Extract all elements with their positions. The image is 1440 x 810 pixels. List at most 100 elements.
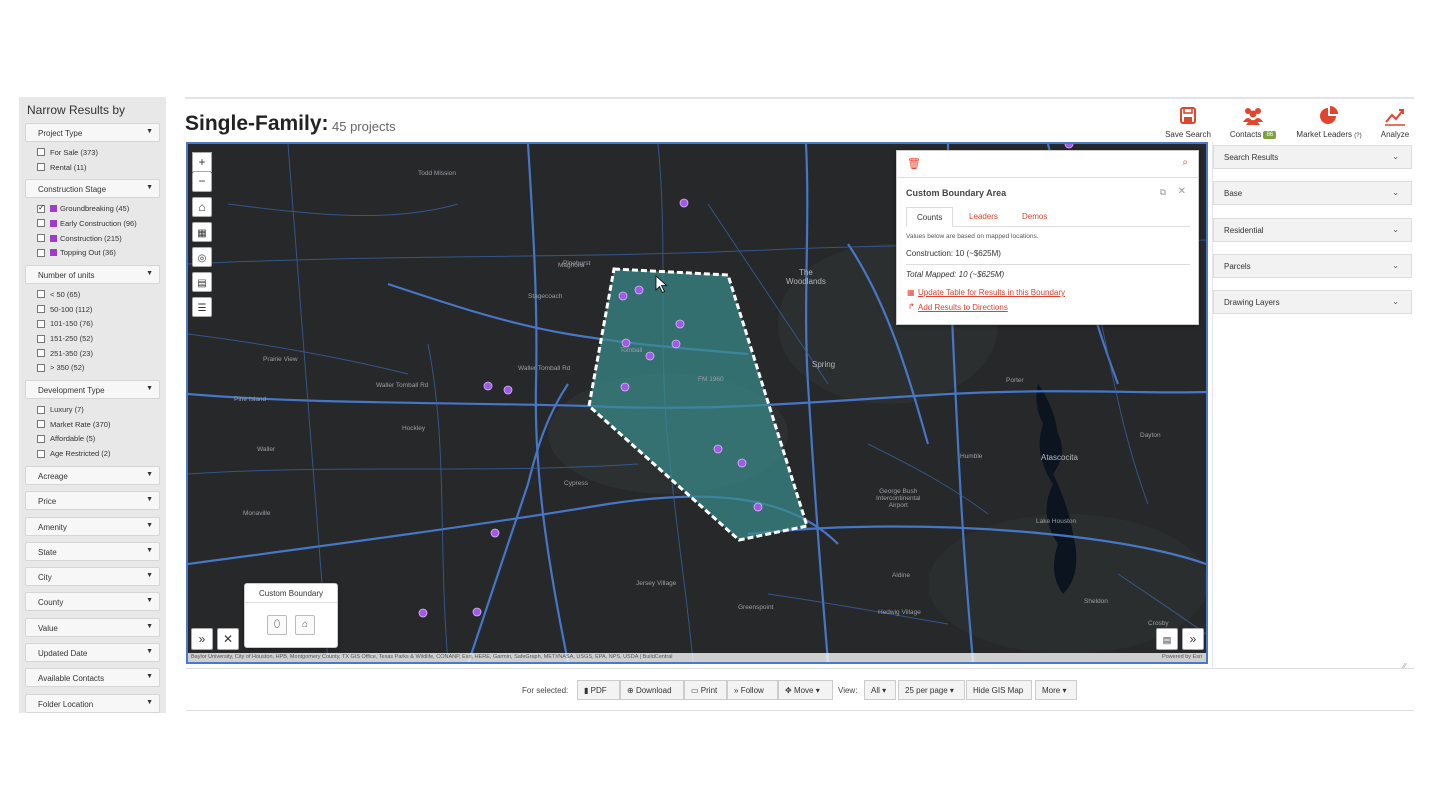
tab-demos[interactable]: Demos [1012, 207, 1057, 227]
per-page-dropdown[interactable]: 25 per page ▾ [898, 680, 965, 700]
filter-option[interactable]: Affordable (5) [25, 432, 160, 447]
filter-number-of-units[interactable]: Number of units ▼ [25, 265, 160, 285]
filter-development-type[interactable]: Development Type ▼ [25, 380, 160, 400]
filter-option[interactable]: Age Restricted (2) [25, 446, 160, 461]
filter-city[interactable]: City ▼ [25, 567, 160, 587]
tab-leaders[interactable]: Leaders [959, 207, 1008, 227]
checkbox[interactable] [37, 349, 45, 358]
filter-option[interactable]: Groundbreaking (45) [25, 201, 160, 216]
checkbox[interactable] [37, 203, 45, 213]
filter-option[interactable]: Luxury (7) [25, 402, 160, 417]
filter-option[interactable]: > 350 (52) [25, 361, 160, 376]
basemap-toggle-button[interactable]: ▤ [1156, 628, 1178, 650]
checkbox[interactable] [37, 148, 45, 157]
filter-option[interactable]: 251-350 (23) [25, 346, 160, 361]
project-marker[interactable] [645, 351, 655, 361]
powered-by-esri[interactable]: Powered by Esri [1162, 654, 1202, 660]
filter-folder-location[interactable]: Folder Location ▼ [25, 693, 160, 713]
expand-panel-button[interactable]: » [191, 628, 213, 650]
project-marker[interactable] [503, 385, 513, 395]
layer-residential[interactable]: Residential ⌄ [1213, 218, 1412, 242]
checkbox[interactable] [37, 334, 45, 343]
pdf-button[interactable]: ▮ PDF [577, 680, 620, 700]
filter-option[interactable]: 101-150 (76) [25, 317, 160, 332]
project-marker[interactable] [490, 528, 500, 538]
project-marker[interactable] [418, 608, 428, 618]
locate-button[interactable]: ◎ [192, 247, 212, 267]
hide-gis-map-button[interactable]: Hide GIS Map [966, 680, 1032, 700]
filter-option[interactable]: For Sale (373) [25, 145, 160, 160]
zoom-in-button[interactable]: + [192, 152, 212, 172]
project-marker[interactable] [634, 285, 644, 295]
minimize-icon[interactable]: ⧉ [1160, 187, 1166, 198]
filter-amenity[interactable]: Amenity ▼ [25, 516, 160, 536]
tab-counts[interactable]: Counts [906, 207, 954, 227]
filter-option[interactable]: Rental (11) [25, 160, 160, 175]
project-marker[interactable] [620, 382, 630, 392]
filter-option[interactable]: Topping Out (36) [25, 245, 160, 260]
project-marker[interactable] [618, 291, 628, 301]
project-marker[interactable] [621, 338, 631, 348]
project-marker[interactable] [753, 502, 763, 512]
analyze-button[interactable]: Analyze [1377, 105, 1413, 139]
filter-state[interactable]: State ▼ [25, 541, 160, 561]
filter-option[interactable]: 151-250 (52) [25, 331, 160, 346]
project-marker[interactable] [483, 381, 493, 391]
zoom-to-icon[interactable]: ⌕ [1182, 157, 1188, 168]
project-marker[interactable] [713, 444, 723, 454]
download-button[interactable]: ⊕ Download [620, 680, 684, 700]
checkbox[interactable] [37, 449, 45, 458]
checkbox[interactable] [37, 420, 45, 429]
legend-button[interactable]: ☰ [192, 297, 212, 317]
filter-price[interactable]: Price ▼ [25, 491, 160, 511]
filter-project-type[interactable]: Project Type ▼ [25, 123, 160, 142]
draw-lasso-button[interactable]: ⬯ [267, 615, 287, 635]
project-marker[interactable] [737, 458, 747, 468]
layer-search-results[interactable]: Search Results ⌄ [1213, 145, 1412, 169]
draw-polygon-button[interactable]: ⌂ [295, 615, 315, 635]
add-to-directions-link[interactable]: Add Results to Directions [918, 303, 1008, 312]
checkbox[interactable] [37, 405, 45, 414]
filter-construction-stage[interactable]: Construction Stage ▼ [25, 179, 160, 199]
pdf-export-button[interactable]: ▤ [192, 272, 212, 292]
close-icon[interactable]: ✕ [1178, 186, 1186, 197]
checkbox[interactable] [37, 319, 45, 328]
project-marker[interactable] [472, 607, 482, 617]
expand-layers-button[interactable]: » [1182, 628, 1204, 650]
qr-button[interactable]: ▦ [192, 222, 212, 242]
checkbox[interactable] [37, 305, 45, 314]
checkbox[interactable] [37, 219, 45, 228]
checkbox[interactable] [37, 290, 45, 299]
filter-value[interactable]: Value ▼ [25, 617, 160, 637]
zoom-out-button[interactable]: − [192, 172, 212, 192]
filter-option[interactable]: < 50 (65) [25, 287, 160, 302]
print-button[interactable]: ▭ Print [684, 680, 727, 700]
market-leaders-button[interactable]: Market Leaders (?) [1292, 105, 1366, 139]
home-button[interactable]: ⌂ [192, 197, 212, 217]
checkbox[interactable] [37, 234, 45, 243]
filter-acreage[interactable]: Acreage ▼ [25, 466, 160, 485]
filter-county[interactable]: County ▼ [25, 592, 160, 612]
filter-updated-date[interactable]: Updated Date ▼ [25, 643, 160, 663]
layer-base[interactable]: Base ⌄ [1213, 181, 1412, 205]
filter-option[interactable]: Construction (215) [25, 231, 160, 246]
checkbox[interactable] [37, 163, 45, 172]
more-dropdown[interactable]: More ▾ [1035, 680, 1077, 700]
project-marker[interactable] [671, 339, 681, 349]
checkbox[interactable] [37, 434, 45, 443]
save-search-button[interactable]: Save Search [1162, 105, 1214, 139]
project-marker[interactable] [679, 198, 689, 208]
filter-available-contacts[interactable]: Available Contacts ▼ [25, 668, 160, 688]
layer-parcels[interactable]: Parcels ⌄ [1213, 254, 1412, 278]
checkbox[interactable] [37, 363, 45, 372]
contacts-button[interactable]: Contacts 86 [1225, 105, 1281, 139]
filter-option[interactable]: Market Rate (370) [25, 417, 160, 432]
project-marker[interactable] [675, 319, 685, 329]
close-draw-button[interactable]: ✕ [217, 628, 239, 650]
view-all-dropdown[interactable]: All ▾ [864, 680, 896, 700]
checkbox[interactable] [37, 248, 45, 257]
layer-drawing-layers[interactable]: Drawing Layers ⌄ [1213, 290, 1412, 314]
filter-option[interactable]: Early Construction (96) [25, 216, 160, 231]
trash-icon[interactable]: 🗑 [907, 157, 921, 170]
filter-option[interactable]: 50-100 (112) [25, 302, 160, 317]
